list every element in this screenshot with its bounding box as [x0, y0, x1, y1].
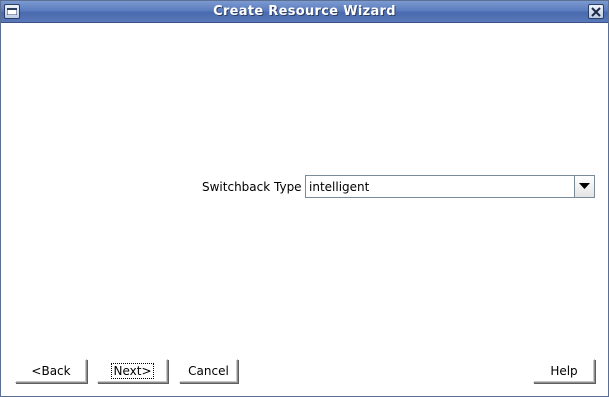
- chevron-down-icon: [579, 183, 590, 189]
- close-button[interactable]: [588, 4, 604, 19]
- next-button[interactable]: Next>: [97, 359, 168, 383]
- next-button-label: Next>: [111, 363, 154, 379]
- wizard-window: Create Resource Wizard Switchback Type i…: [0, 0, 609, 397]
- help-button[interactable]: Help: [533, 359, 595, 383]
- close-icon: [591, 7, 601, 17]
- cancel-button[interactable]: Cancel: [179, 359, 238, 383]
- title-bar[interactable]: Create Resource Wizard: [1, 1, 608, 23]
- window-title: Create Resource Wizard: [213, 4, 396, 19]
- back-button[interactable]: <Back: [15, 359, 87, 383]
- switchback-type-value: intelligent: [309, 180, 370, 194]
- switchback-type-combobox[interactable]: intelligent: [305, 175, 595, 198]
- switchback-type-label: Switchback Type: [202, 180, 302, 194]
- wizard-content: Switchback Type intelligent <Back Next> …: [2, 24, 607, 396]
- dropdown-button[interactable]: [574, 176, 594, 197]
